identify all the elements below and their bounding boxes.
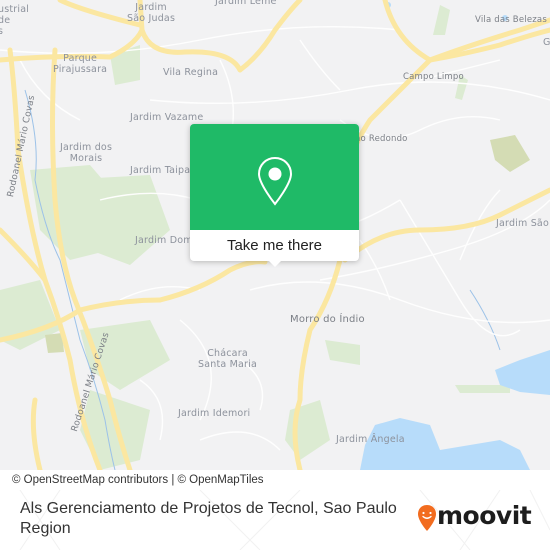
map-label-jardim-sao-judas: Jardim São Judas (127, 2, 176, 24)
map-label-chacara-santa-maria: Chácara Santa Maria (198, 348, 258, 370)
map-label-jardim-taipas: Jardim Taipas (130, 165, 196, 176)
moovit-logo[interactable]: moovit (417, 501, 537, 534)
take-me-there-button[interactable]: Take me there (190, 230, 359, 261)
map-label-jardim-leme: Jardim Leme (215, 0, 277, 7)
map-view[interactable]: Jardim São Judas Jardim Leme Vila das Be… (0, 0, 550, 470)
map-label-parque-pirajussara: Parque Pirajussara (53, 53, 108, 75)
map-label-vila-regina: Vila Regina (163, 67, 219, 78)
map-label-industrial: ustrial de s (0, 4, 30, 37)
popup-header (190, 124, 359, 230)
popup-tail (267, 259, 283, 267)
map-label-morro-do-indio: Morro do Índio (290, 314, 365, 325)
map-pin-icon (257, 156, 293, 206)
map-attribution: © OpenStreetMap contributors | © OpenMap… (0, 470, 330, 490)
map-label-jardim-angela: Jardim Ângela (336, 434, 405, 445)
map-label-jardim-dos-morais: Jardim dos Morais (60, 142, 113, 164)
map-label-jardim-idemori: Jardim Idemori (178, 408, 251, 419)
map-label-jardim-sao-luis: Jardim São Luís (496, 218, 550, 229)
destination-popup: Take me there (190, 124, 359, 267)
map-label-jardim-vazame: Jardim Vazame (130, 112, 204, 123)
map-label-campo-limpo: Campo Limpo (403, 72, 464, 82)
moovit-wordmark: moovit (437, 501, 532, 530)
map-label-gi: Gi (543, 37, 550, 48)
map-label-vila-das-belezas: Vila das Belezas (475, 15, 547, 25)
place-title: Als Gerenciamento de Projetos de Tecnol,… (20, 500, 397, 537)
moovit-pin-icon (418, 505, 436, 531)
footer: Als Gerenciamento de Projetos de Tecnol,… (0, 490, 550, 550)
